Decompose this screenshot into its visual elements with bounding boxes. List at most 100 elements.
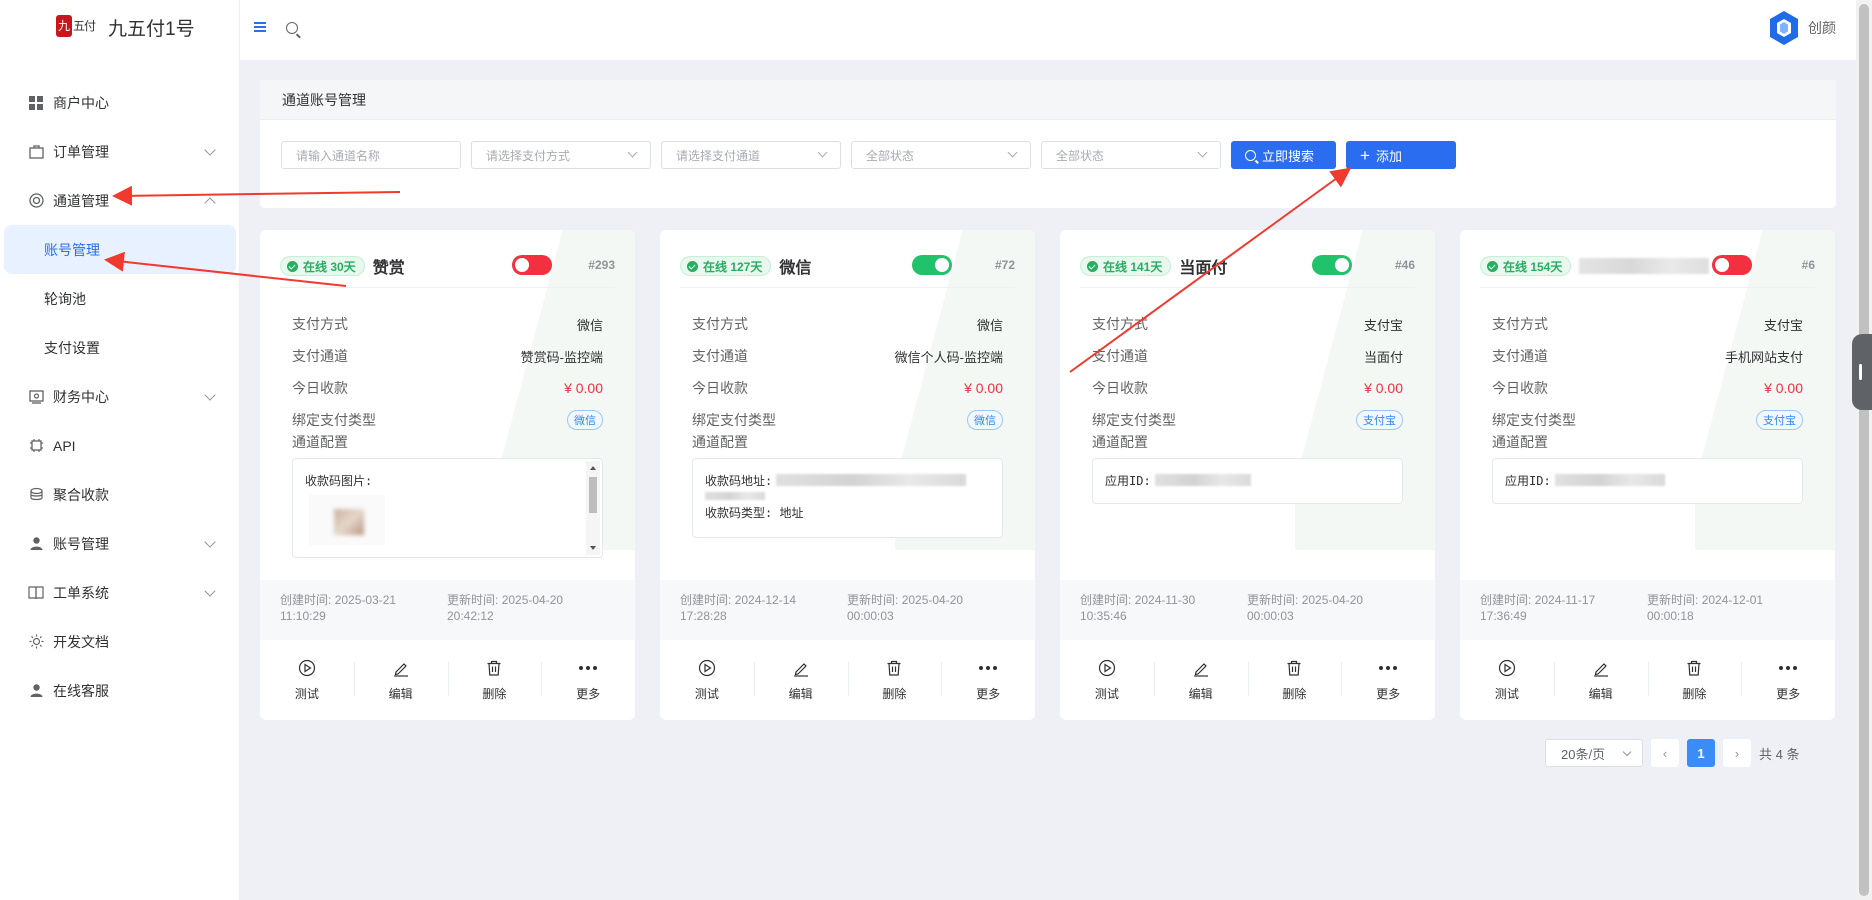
card-header: 在线 141天 当面付 #46 [1080,252,1415,280]
meta-value: 17:36:49 [1480,609,1527,623]
sidebar-item-online-support[interactable]: 在线客服 [0,666,240,715]
test-button[interactable]: 测试 [1460,658,1554,702]
search-icon [1245,149,1256,161]
page-scrollbar[interactable] [1856,0,1872,900]
pay-method-select[interactable]: 请选择支付方式 [471,141,651,169]
more-button[interactable]: 更多 [1741,658,1835,702]
sidebar-item-label: 工单系统 [53,584,109,601]
detail-label: 支付通道 [292,348,348,364]
page-size-value: 20条/页 [1561,746,1606,762]
delete-button[interactable]: 删除 [1647,658,1742,702]
enable-toggle[interactable] [912,255,952,275]
status-select-2[interactable]: 全部状态 [1041,141,1221,169]
action-label: 测试 [694,687,719,701]
pencil-icon [391,658,411,678]
sidebar-item-aggregate[interactable]: 聚合收款 [0,470,240,519]
detail-row: 支付方式 支付宝 [1492,308,1803,340]
scroll-up-icon[interactable] [590,466,596,470]
top-header: 创颜 [240,0,1856,60]
edit-button[interactable]: 编辑 [1153,658,1248,702]
config-box[interactable]: 收款码图片: [292,458,603,558]
test-button[interactable]: 测试 [660,658,754,702]
menu-toggle-icon[interactable] [254,22,266,32]
sidebar-menu: 商户中心 订单管理 通道管理 账号管理 轮询池 支付设置 财务中心 API 聚合… [0,78,240,715]
meta-value: 2024-11-30 [1134,593,1196,607]
more-button[interactable]: 更多 [541,658,635,702]
sidebar-item-finance[interactable]: 财务中心 [0,372,240,421]
edit-button[interactable]: 编辑 [353,658,448,702]
search-button[interactable]: 立即搜索 [1231,141,1336,169]
finance-icon [28,389,44,405]
delete-button[interactable]: 删除 [847,658,942,702]
edit-button[interactable]: 编辑 [1553,658,1648,702]
channel-card: 在线 127天 微信 #72 支付方式 微信 支付通道 微信个人码-监控端 今日收款… [660,230,1035,720]
page-number-current[interactable]: 1 [1687,739,1715,767]
delete-button[interactable]: 删除 [1247,658,1342,702]
sidebar-item-dev-docs[interactable]: 开发文档 [0,617,240,666]
more-button[interactable]: 更多 [941,658,1035,702]
prev-page-button[interactable]: ‹ [1651,739,1679,767]
card-actions: 测试 编辑 删除 更多 [260,640,635,720]
status-select-1[interactable]: 全部状态 [851,141,1031,169]
config-label: 通道配置 [692,434,748,450]
enable-toggle[interactable] [512,255,552,275]
sidebar-item-channels[interactable]: 通道管理 [0,176,240,225]
action-label: 编辑 [388,687,413,701]
chevron-down-icon [817,147,828,158]
scroll-down-icon[interactable] [590,546,596,550]
config-key: 收款码地址: [705,473,773,488]
book-icon [28,585,44,601]
config-line: 收款码地址: [705,469,990,491]
sidebar-item-orders[interactable]: 订单管理 [0,127,240,176]
delete-button[interactable]: 删除 [447,658,542,702]
action-label: 编辑 [1588,687,1613,701]
sidebar-item-merchant-center[interactable]: 商户中心 [0,78,240,127]
more-button[interactable]: 更多 [1341,658,1435,702]
meta-label: 更新时间: [1247,593,1299,607]
qr-code-image [309,495,385,545]
user-menu[interactable]: 创颜 [1768,10,1836,46]
next-page-button[interactable]: › [1723,739,1751,767]
add-button[interactable]: + 添加 [1346,141,1456,169]
test-button[interactable]: 测试 [1060,658,1154,702]
chevron-down-icon [1197,147,1208,158]
card-id: #72 [994,258,1015,272]
more-dots-icon [1378,658,1398,678]
pay-channel-select[interactable]: 请选择支付通道 [661,141,841,169]
sidebar-item-tickets[interactable]: 工单系统 [0,568,240,617]
divider [280,287,615,288]
sidebar-subitem-account-management[interactable]: 账号管理 [4,225,236,274]
enable-toggle[interactable] [1712,255,1752,275]
updated-time: 更新时间: 2025-04-20 00:00:03 [847,592,1014,628]
config-scrollbar[interactable] [586,461,600,555]
card-actions: 测试 编辑 删除 更多 [1060,640,1435,720]
test-button[interactable]: 测试 [260,658,354,702]
detail-value: 赞赏码-监控端 [520,349,603,365]
detail-row: 支付方式 微信 [692,308,1003,340]
meta-value: 20:42:12 [447,609,494,623]
search-icon[interactable] [286,22,298,34]
sidebar-item-label: 通道管理 [53,192,109,209]
sidebar-subitem-payment-settings[interactable]: 支付设置 [0,323,240,372]
toggle-knob [515,258,529,272]
detail-row: 今日收款 ¥ 0.00 [1092,372,1403,404]
sidebar-item-api[interactable]: API [0,421,240,470]
online-badge: 在线 30天 [280,256,365,276]
enable-toggle[interactable] [1312,255,1352,275]
scrollbar-thumb[interactable] [1859,4,1869,896]
brand-logo[interactable]: 九 五付 九五付1号 [56,14,195,41]
side-drawer-handle[interactable] [1852,334,1872,410]
channel-icon [28,193,44,209]
edit-button[interactable]: 编辑 [753,658,848,702]
chip-icon [28,438,44,454]
online-text: 在线 30天 [303,259,356,274]
scrollbar-thumb[interactable] [589,477,597,513]
detail-label: 支付通道 [1492,348,1548,364]
page-size-select[interactable]: 20条/页 [1545,739,1643,767]
channel-name-input[interactable]: 请输入通道名称 [281,141,461,169]
action-label: 更多 [1376,687,1401,701]
sidebar-item-accounts[interactable]: 账号管理 [0,519,240,568]
card-title: 微信 [779,260,812,277]
sidebar-subitem-polling-pool[interactable]: 轮询池 [0,274,240,323]
card-id: #46 [1394,258,1415,272]
